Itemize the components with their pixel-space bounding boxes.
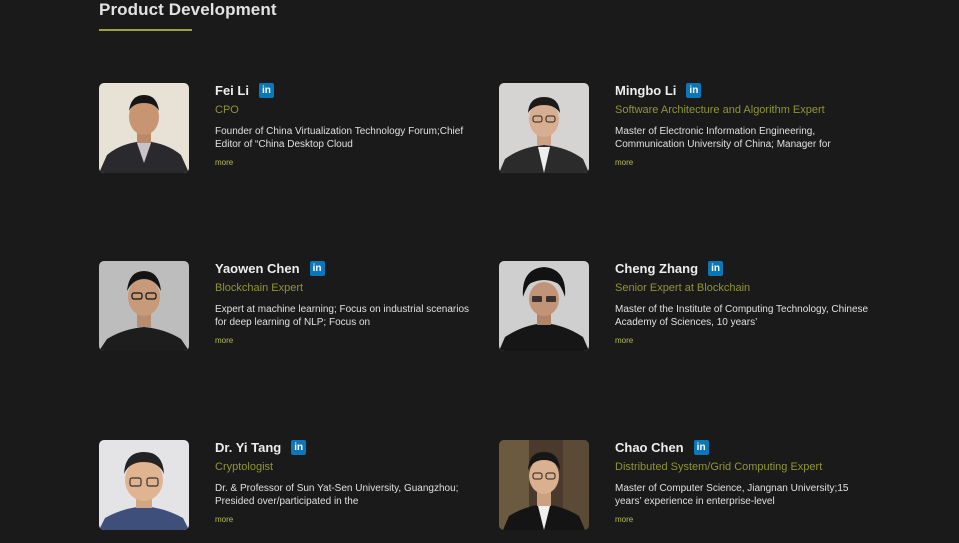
linkedin-icon[interactable]: in [309,260,325,276]
team-member-card: Chao Chen in Distributed System/Grid Com… [499,439,879,540]
more-link[interactable]: more [615,158,875,167]
team-member-card: Fei Li in CPO Founder of China Virtualiz… [99,82,479,183]
team-member-card: Yaowen Chen in Blockchain Expert Expert … [99,260,479,361]
more-link[interactable]: more [215,158,475,167]
more-link[interactable]: more [215,515,475,524]
linkedin-icon[interactable]: in [686,82,702,98]
linkedin-icon[interactable]: in [258,82,274,98]
more-link[interactable]: more [615,336,875,345]
member-photo [99,261,189,351]
member-description: Master of the Institute of Computing Tec… [615,304,869,328]
team-member-card: Cheng Zhang in Senior Expert at Blockcha… [499,260,879,361]
team-member-card: Dr. Yi Tang in Cryptologist Dr. & Profes… [99,439,479,540]
member-photo [499,83,589,173]
member-photo [99,83,189,173]
more-link[interactable]: more [215,336,475,345]
member-photo [99,440,189,530]
member-description: Master of Computer Science, Jiangnan Uni… [615,483,849,507]
section-title: Product Development [99,0,277,19]
member-role: Cryptologist [215,461,274,473]
member-role: Senior Expert at Blockchain [615,282,751,294]
linkedin-icon[interactable]: in [291,439,307,455]
member-description: Founder of China Virtualization Technolo… [215,126,464,150]
member-name: Chao Chen [615,439,684,455]
member-role: Blockchain Expert [215,282,304,294]
member-photo [499,261,589,351]
linkedin-icon[interactable]: in [708,260,724,276]
member-name: Mingbo Li [615,82,677,98]
member-description: Master of Electronic Information Enginee… [615,126,831,150]
member-description: Expert at machine learning; Focus on ind… [215,304,470,328]
team-member-card: Mingbo Li in Software Architecture and A… [499,82,879,183]
member-name: Fei Li [215,82,249,98]
section-title-underline [99,29,192,31]
member-name: Cheng Zhang [615,260,699,276]
linkedin-icon[interactable]: in [693,439,709,455]
member-name: Dr. Yi Tang [215,439,282,455]
member-description: Dr. & Professor of Sun Yat-Sen Universit… [215,483,459,507]
member-photo [499,440,589,530]
member-role: Software Architecture and Algorithm Expe… [615,104,825,116]
member-role: Distributed System/Grid Computing Expert [615,461,823,473]
member-name: Yaowen Chen [215,260,300,276]
member-role: CPO [215,104,239,116]
more-link[interactable]: more [615,515,875,524]
